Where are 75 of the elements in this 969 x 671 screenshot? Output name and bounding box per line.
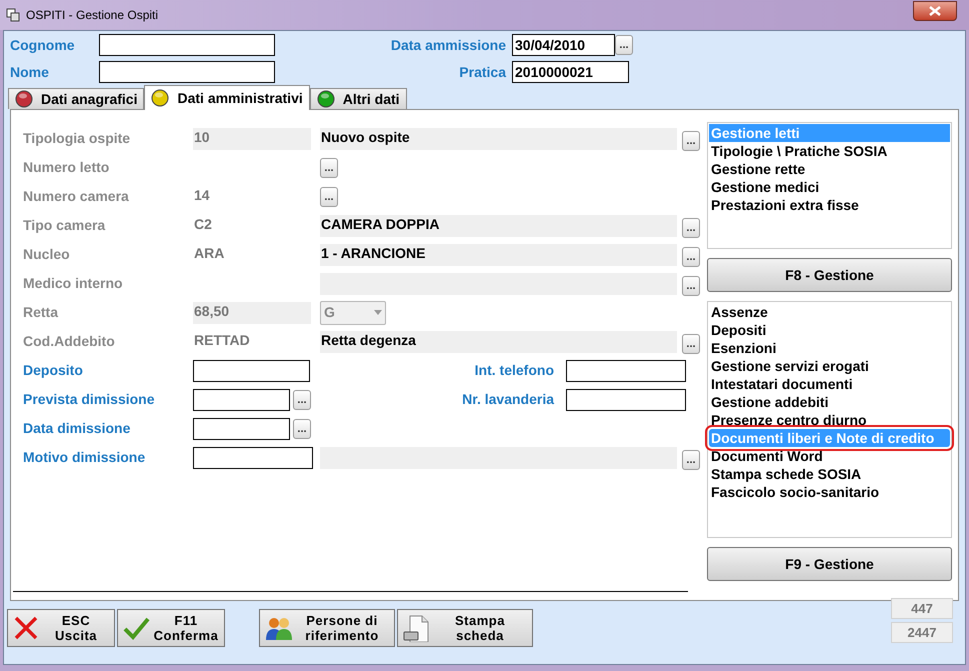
code-field: ARA bbox=[193, 244, 311, 266]
input-field[interactable] bbox=[99, 34, 275, 56]
app-icon bbox=[6, 8, 20, 22]
list-item[interactable]: Tipologie \ Pratiche SOSIA bbox=[709, 142, 950, 160]
gestione-button[interactable]: F9 - Gestione bbox=[707, 547, 952, 581]
list-item[interactable]: Presenze centro diurno bbox=[709, 411, 950, 429]
list-item[interactable]: Stampa schede SOSIA bbox=[709, 465, 950, 483]
field-label: Numero letto bbox=[23, 158, 110, 177]
ellipsis-button[interactable]: ... bbox=[682, 450, 700, 470]
input-field[interactable]: 30/04/2010 bbox=[512, 34, 615, 56]
counter-field: 2447 bbox=[891, 622, 953, 642]
field-label: Int. telefono bbox=[474, 361, 555, 380]
list-item[interactable]: Gestione addebiti bbox=[709, 393, 950, 411]
description-field: CAMERA DOPPIA bbox=[320, 214, 677, 236]
list-item[interactable]: Gestione medici bbox=[709, 178, 950, 196]
list-item[interactable]: Gestione rette bbox=[709, 160, 950, 178]
field-label: Prevista dimissione bbox=[23, 390, 156, 409]
document-icon bbox=[402, 614, 430, 642]
field-label: Motivo dimissione bbox=[23, 448, 146, 467]
ellipsis-button[interactable]: ... bbox=[615, 35, 633, 55]
input-field[interactable] bbox=[566, 360, 686, 382]
field-label: Medico interno bbox=[23, 274, 124, 293]
toolbar-button[interactable]: F11 Conferma bbox=[117, 609, 225, 647]
close-icon bbox=[12, 614, 40, 642]
gestione-button[interactable]: F8 - Gestione bbox=[707, 258, 952, 292]
ellipsis-button[interactable]: ... bbox=[293, 390, 311, 410]
tab[interactable]: Dati amministrativi bbox=[144, 85, 310, 110]
close-button[interactable] bbox=[913, 1, 957, 21]
field-label: Tipo camera bbox=[23, 216, 106, 235]
counter-field: 447 bbox=[891, 598, 953, 618]
field-label: Data ammissione bbox=[390, 36, 507, 54]
field-label: Nr. lavanderia bbox=[461, 390, 556, 409]
tab[interactable]: Dati anagrafici bbox=[8, 88, 144, 109]
input-field[interactable] bbox=[193, 446, 313, 468]
description-field: Nuovo ospite bbox=[320, 128, 677, 150]
code-field: 68,50 bbox=[193, 302, 311, 324]
field-label: Cod.Addebito bbox=[23, 332, 116, 351]
field-label: Nucleo bbox=[23, 245, 71, 264]
field-label: Data dimissione bbox=[23, 419, 132, 438]
list-item[interactable]: Gestione servizi erogati bbox=[709, 357, 950, 375]
list-item[interactable]: Fascicolo socio-sanitario bbox=[709, 483, 950, 501]
input-field[interactable] bbox=[99, 61, 275, 83]
close-icon bbox=[929, 6, 941, 16]
description-field: 1 - ARANCIONE bbox=[320, 244, 677, 266]
field-label: Cognome bbox=[10, 36, 76, 55]
input-field[interactable] bbox=[566, 388, 686, 410]
input-field[interactable] bbox=[193, 418, 290, 440]
toolbar-button[interactable]: ESC Uscita bbox=[7, 609, 115, 647]
description-field: Retta degenza bbox=[320, 330, 677, 352]
list-item[interactable]: Prestazioni extra fisse bbox=[709, 196, 950, 214]
ellipsis-button[interactable]: ... bbox=[293, 418, 311, 438]
toolbar-button[interactable]: Persone di riferimento bbox=[259, 609, 395, 647]
code-field: 10 bbox=[193, 128, 311, 150]
list-item[interactable]: Esenzioni bbox=[709, 339, 950, 357]
field-label: Nome bbox=[10, 62, 50, 82]
field-label: Retta bbox=[23, 303, 60, 322]
list-item[interactable]: Documenti Word bbox=[709, 447, 950, 465]
input-field[interactable] bbox=[193, 360, 310, 382]
list-item[interactable]: Assenze bbox=[709, 303, 950, 321]
ball-icon bbox=[151, 89, 170, 107]
code-field: RETTAD bbox=[193, 330, 311, 352]
list-item[interactable]: Depositi bbox=[709, 321, 950, 339]
tab[interactable]: Altri dati bbox=[310, 88, 407, 109]
field-label: Tipologia ospite bbox=[23, 129, 132, 148]
window-title: OSPITI - Gestione Ospiti bbox=[26, 7, 158, 24]
caret-icon bbox=[374, 310, 382, 315]
field-label: Numero camera bbox=[23, 187, 130, 206]
code-field: 14 bbox=[193, 186, 311, 208]
code-field: C2 bbox=[193, 214, 311, 236]
input-field[interactable]: 2010000021 bbox=[512, 61, 629, 83]
list-item[interactable]: Intestatari documenti bbox=[709, 375, 950, 393]
field-label: Deposito bbox=[23, 361, 84, 380]
toolbar-button[interactable]: Stampa scheda bbox=[397, 609, 533, 647]
field-label: Pratica bbox=[458, 62, 508, 82]
input-field[interactable] bbox=[193, 388, 290, 410]
